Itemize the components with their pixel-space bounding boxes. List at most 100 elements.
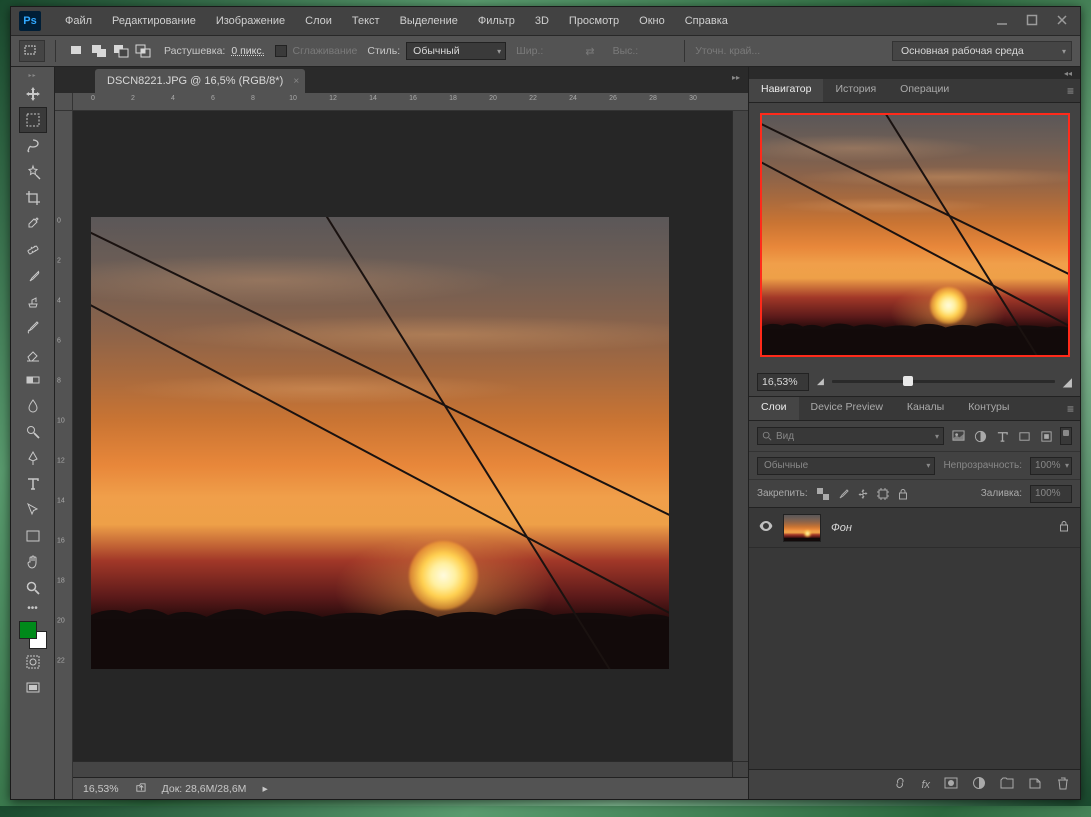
dodge-tool[interactable]	[19, 419, 47, 445]
history-brush-tool[interactable]	[19, 315, 47, 341]
type-tool[interactable]	[19, 471, 47, 497]
selection-subtract-icon[interactable]	[110, 41, 132, 61]
lock-artboard-icon[interactable]	[876, 487, 890, 501]
menu-фильтр[interactable]: Фильтр	[468, 11, 525, 31]
document-tab[interactable]: DSCN8221.JPG @ 16,5% (RGB/8*) ×	[95, 69, 305, 93]
menu-окно[interactable]: Окно	[629, 11, 675, 31]
opacity-value[interactable]: 100%	[1030, 457, 1072, 475]
toolbar-grip[interactable]: ▸▸	[18, 71, 48, 79]
menu-3d[interactable]: 3D	[525, 11, 559, 31]
fill-value[interactable]: 100%	[1030, 485, 1072, 503]
brush-tool[interactable]	[19, 263, 47, 289]
zoom-out-icon[interactable]: ◢	[817, 376, 824, 387]
panel-menu-icon[interactable]: ≡	[1067, 84, 1074, 98]
layer-visibility-icon[interactable]	[759, 521, 773, 534]
selection-new-icon[interactable]	[66, 41, 88, 61]
panel-tab[interactable]: История	[823, 79, 888, 102]
layer-mask-icon[interactable]	[944, 776, 958, 793]
quick-mask-toggle[interactable]	[19, 649, 47, 675]
navigator-zoom-value[interactable]: 16,53%	[757, 373, 809, 391]
new-layer-icon[interactable]	[1028, 776, 1042, 793]
workspace-switcher[interactable]: Основная рабочая среда	[892, 41, 1072, 61]
close-button[interactable]	[1056, 14, 1068, 29]
menu-выделение[interactable]: Выделение	[390, 11, 468, 31]
style-dropdown[interactable]: Обычный	[406, 42, 506, 60]
crop-tool[interactable]	[19, 185, 47, 211]
minimize-button[interactable]	[996, 14, 1008, 29]
lock-all-icon[interactable]	[896, 487, 910, 501]
eraser-tool[interactable]	[19, 341, 47, 367]
collapse-doc-icon[interactable]: ▸▸	[732, 73, 740, 82]
panel-tab[interactable]: Device Preview	[799, 397, 895, 420]
selection-intersect-icon[interactable]	[132, 41, 154, 61]
lock-position-icon[interactable]	[856, 487, 870, 501]
fx-icon[interactable]: fx	[921, 779, 930, 791]
active-tool-indicator[interactable]	[19, 40, 45, 62]
menu-текст[interactable]: Текст	[342, 11, 390, 31]
vertical-scrollbar[interactable]	[732, 111, 748, 761]
eyedropper-tool[interactable]	[19, 211, 47, 237]
filter-adjust-icon[interactable]	[972, 428, 988, 444]
foreground-color[interactable]	[19, 621, 37, 639]
hand-tool[interactable]	[19, 549, 47, 575]
filter-type-icon[interactable]	[994, 428, 1010, 444]
maximize-button[interactable]	[1026, 14, 1038, 29]
layers-list: Фон	[749, 507, 1080, 769]
gradient-tool[interactable]	[19, 367, 47, 393]
zoom-tool[interactable]	[19, 575, 47, 601]
lock-pixels-icon[interactable]	[836, 487, 850, 501]
screen-mode-toggle[interactable]	[19, 675, 47, 701]
feather-value[interactable]: 0 пикс.	[231, 45, 264, 57]
navigator-preview[interactable]	[760, 113, 1070, 357]
layer-thumbnail[interactable]	[783, 514, 821, 542]
close-tab-icon[interactable]: ×	[293, 76, 299, 87]
filter-pixel-icon[interactable]	[950, 428, 966, 444]
move-tool[interactable]	[19, 81, 47, 107]
menu-слои[interactable]: Слои	[295, 11, 342, 31]
healing-brush-tool[interactable]	[19, 237, 47, 263]
menu-редактирование[interactable]: Редактирование	[102, 11, 206, 31]
filter-smart-icon[interactable]	[1038, 428, 1054, 444]
color-swatches[interactable]	[19, 621, 47, 649]
blend-mode-dropdown[interactable]: Обычные	[757, 457, 935, 475]
quick-select-tool[interactable]	[19, 159, 47, 185]
status-more-icon[interactable]: ▸	[262, 783, 267, 795]
layer-filter-dropdown[interactable]: Вид	[757, 427, 944, 445]
horizontal-scrollbar[interactable]	[73, 762, 732, 777]
panel-tab[interactable]: Операции	[888, 79, 961, 102]
zoom-slider[interactable]	[832, 380, 1055, 383]
blur-tool[interactable]	[19, 393, 47, 419]
more-tools[interactable]: •••	[19, 601, 47, 615]
collapse-panels-icon[interactable]: ◂◂	[1064, 69, 1072, 78]
menu-изображение[interactable]: Изображение	[206, 11, 295, 31]
menu-справка[interactable]: Справка	[675, 11, 738, 31]
path-select-tool[interactable]	[19, 497, 47, 523]
layer-row[interactable]: Фон	[749, 508, 1080, 548]
adjustment-layer-icon[interactable]	[972, 776, 986, 793]
link-layers-icon[interactable]	[893, 776, 907, 793]
filter-shape-icon[interactable]	[1016, 428, 1032, 444]
panel-tab[interactable]: Каналы	[895, 397, 956, 420]
delete-layer-icon[interactable]	[1056, 776, 1070, 793]
panel-tab[interactable]: Навигатор	[749, 79, 823, 102]
filter-toggle[interactable]	[1060, 427, 1072, 445]
canvas[interactable]	[73, 111, 748, 761]
selection-add-icon[interactable]	[88, 41, 110, 61]
layer-lock-icon[interactable]	[1058, 520, 1070, 535]
zoom-in-icon[interactable]: ◢	[1063, 375, 1072, 389]
status-export-icon[interactable]	[135, 782, 146, 796]
panel-menu-icon[interactable]: ≡	[1067, 402, 1074, 416]
clone-stamp-tool[interactable]	[19, 289, 47, 315]
menu-файл[interactable]: Файл	[55, 11, 102, 31]
lock-transparent-icon[interactable]	[816, 487, 830, 501]
group-icon[interactable]	[1000, 776, 1014, 793]
panel-tab[interactable]: Слои	[749, 397, 799, 420]
lasso-tool[interactable]	[19, 133, 47, 159]
menu-просмотр[interactable]: Просмотр	[559, 11, 629, 31]
marquee-tool[interactable]	[19, 107, 47, 133]
rectangle-tool[interactable]	[19, 523, 47, 549]
panel-tab[interactable]: Контуры	[956, 397, 1021, 420]
layer-name[interactable]: Фон	[831, 522, 852, 534]
status-zoom[interactable]: 16,53%	[83, 783, 119, 795]
pen-tool[interactable]	[19, 445, 47, 471]
